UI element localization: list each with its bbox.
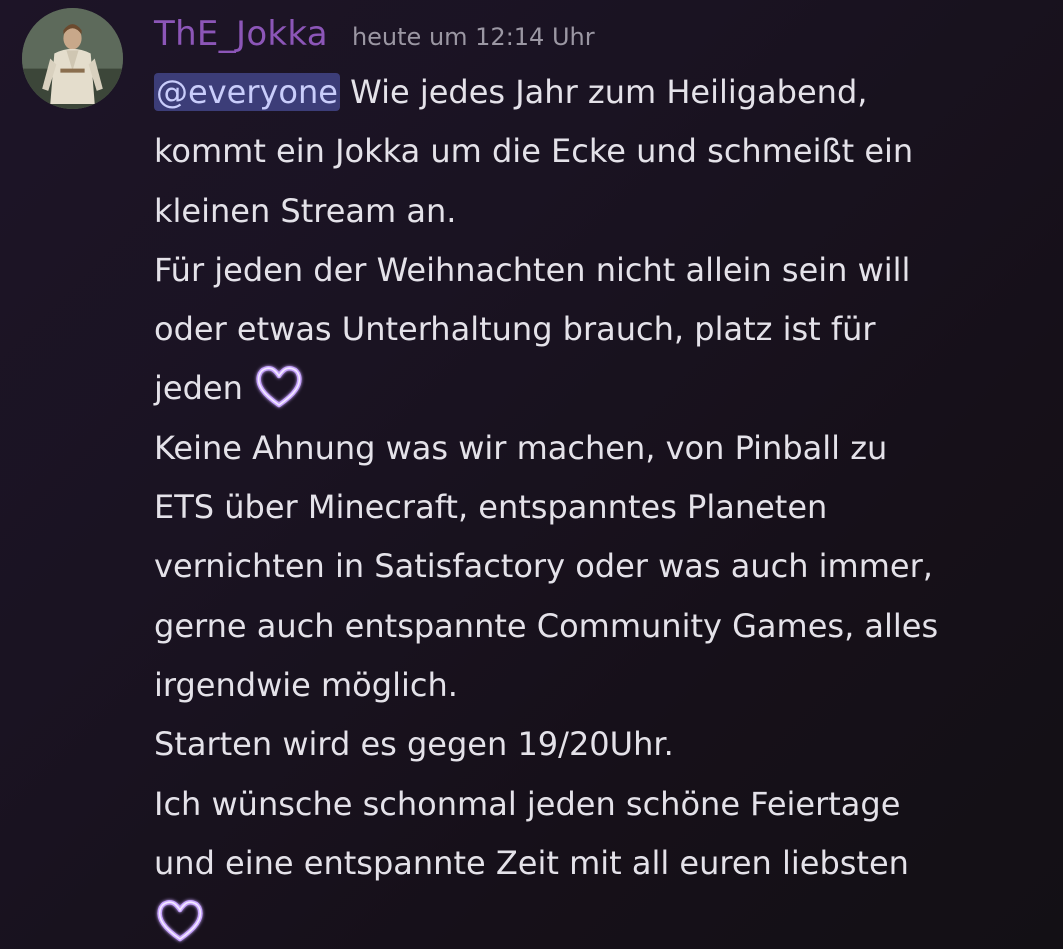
message-line: jeden bbox=[154, 359, 1054, 418]
purple-heart-icon bbox=[253, 361, 305, 411]
message-line: und eine entspannte Zeit mit all euren l… bbox=[154, 843, 909, 882]
message-line: irgendwie möglich. bbox=[154, 665, 458, 704]
message-line: kleinen Stream an. bbox=[154, 191, 457, 230]
message-line: kommt ein Jokka um die Ecke und schmeißt… bbox=[154, 132, 914, 171]
message-line: Starten wird es gegen 19/20Uhr. bbox=[154, 725, 674, 764]
message-text: jeden bbox=[154, 369, 254, 408]
message-line: gerne auch entspannte Community Games, a… bbox=[154, 606, 939, 645]
user-avatar[interactable] bbox=[22, 8, 123, 109]
message-line: oder etwas Unterhaltung brauch, platz is… bbox=[154, 310, 876, 349]
chat-message: ThE_Jokka heute um 12:14 Uhr @everyone W… bbox=[0, 0, 1063, 949]
everyone-mention[interactable]: @everyone bbox=[154, 73, 340, 111]
message-line: vernichten in Satisfactory oder was auch… bbox=[154, 547, 933, 586]
message-text: Wie jedes Jahr zum Heiligabend, bbox=[339, 73, 868, 111]
message-line: ETS über Minecraft, entspanntes Planeten bbox=[154, 488, 828, 527]
purple-heart-icon bbox=[154, 895, 206, 945]
message-timestamp: heute um 12:14 Uhr bbox=[351, 23, 595, 51]
author-name[interactable]: ThE_Jokka bbox=[154, 14, 328, 54]
message-line: Keine Ahnung was wir machen, von Pinball… bbox=[154, 428, 888, 467]
message-content: @everyone Wie jedes Jahr zum Heiligabend… bbox=[154, 63, 1054, 949]
message-line: Ich wünsche schonmal jeden schöne Feiert… bbox=[154, 784, 901, 823]
message-line: Für jeden der Weihnachten nicht allein s… bbox=[154, 250, 911, 289]
message-line: @everyone Wie jedes Jahr zum Heiligabend… bbox=[154, 63, 1054, 122]
message-header: ThE_Jokka heute um 12:14 Uhr bbox=[154, 14, 595, 62]
message-line bbox=[154, 893, 1054, 949]
